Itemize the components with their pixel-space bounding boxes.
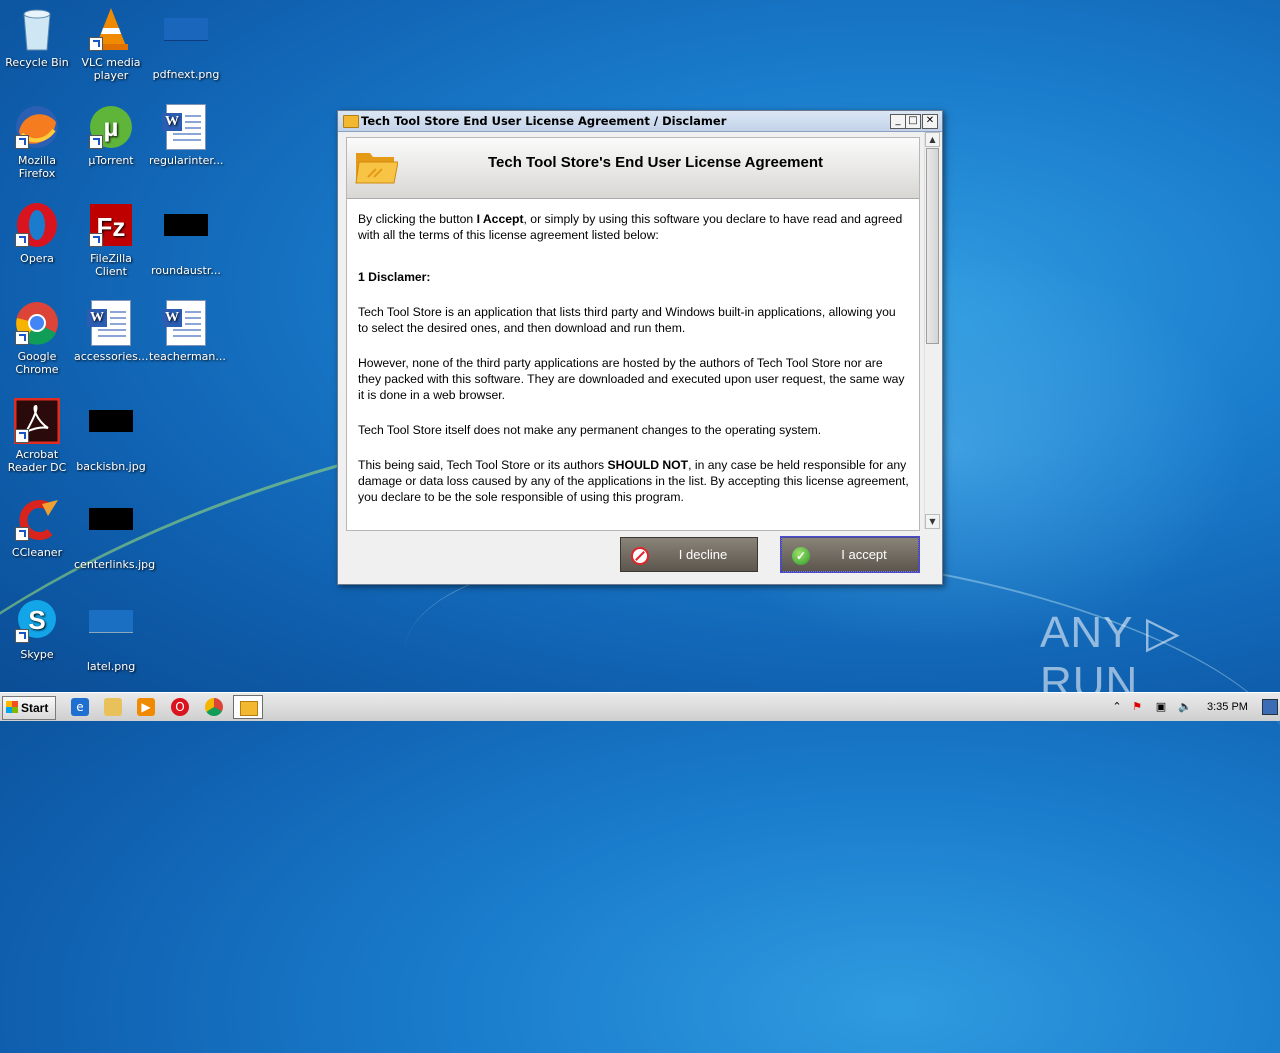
acrobat-icon	[13, 397, 61, 445]
desktop-icon-recycle-bin[interactable]: Recycle Bin	[0, 6, 74, 69]
license-agreement-window: Tech Tool Store End User License Agreeme…	[337, 110, 943, 585]
file-explorer-icon[interactable]	[104, 698, 122, 716]
desktop-icon-label: regularinter...	[149, 154, 224, 167]
desktop-icon-vlc[interactable]: VLC media player	[74, 6, 148, 82]
chrome-icon	[14, 300, 60, 346]
show-hidden-icons-icon[interactable]: ⌃	[1110, 700, 1124, 714]
action-center-icon[interactable]: ⚑	[1130, 700, 1144, 714]
chrome-icon[interactable]	[205, 698, 223, 716]
image-thumbnail-icon	[88, 410, 134, 456]
network-icon[interactable]: ▣	[1154, 700, 1168, 714]
recycle-bin-icon	[14, 6, 60, 52]
image-thumbnail-icon	[163, 214, 209, 260]
desktop-icon-teacherman[interactable]: W teacherman...	[149, 300, 226, 363]
opera-icon	[14, 202, 60, 248]
decline-button[interactable]: I decline	[620, 537, 758, 572]
desktop-icon-latel[interactable]: latel.png	[74, 598, 148, 673]
desktop-icon-backisbn[interactable]: backisbn.jpg	[74, 398, 148, 473]
accept-button[interactable]: ✓ I accept	[780, 536, 920, 573]
taskbar-clock[interactable]: 3:35 PM	[1207, 701, 1248, 713]
accept-label: I accept	[841, 547, 887, 562]
license-header: Tech Tool Store's End User License Agree…	[347, 138, 919, 199]
desktop-icon-label: Mozilla Firefox	[18, 154, 56, 180]
desktop-icon-firefox[interactable]: Mozilla Firefox	[0, 104, 74, 180]
skype-icon: S	[14, 598, 60, 644]
image-thumbnail-icon	[163, 18, 209, 64]
scroll-up-arrow-icon[interactable]: ▲	[925, 132, 940, 147]
license-text: By clicking the button I Accept, or simp…	[347, 199, 919, 505]
folder-icon	[240, 701, 258, 716]
word-document-icon: W	[162, 300, 209, 346]
desktop-icon-chrome[interactable]: Google Chrome	[0, 300, 74, 376]
desktop-icon-label: accessories...	[74, 350, 149, 363]
filezilla-icon: Fz	[88, 202, 134, 248]
license-content: Tech Tool Store's End User License Agree…	[346, 137, 920, 531]
desktop-icon-label: backisbn.jpg	[76, 460, 146, 473]
desktop-icon-label: Recycle Bin	[5, 56, 69, 69]
desktop-icon-label: centerlinks.jpg	[74, 558, 156, 571]
media-player-icon[interactable]: ▶	[137, 698, 155, 716]
desktop-icon-label: teacherman...	[149, 350, 226, 363]
window-titlebar[interactable]: Tech Tool Store End User License Agreeme…	[338, 111, 942, 132]
desktop-icon-acrobat[interactable]: Acrobat Reader DC	[0, 397, 74, 474]
desktop-icon-skype[interactable]: S Skype	[0, 598, 74, 661]
close-button[interactable]: ✕	[922, 114, 938, 129]
scroll-down-arrow-icon[interactable]: ▼	[925, 514, 940, 529]
firefox-icon	[14, 104, 60, 150]
license-title: Tech Tool Store's End User License Agree…	[487, 154, 824, 171]
word-document-icon: W	[162, 104, 209, 150]
desktop-icon-label: Google Chrome	[15, 350, 59, 376]
desktop-icon-accessories[interactable]: W accessories...	[74, 300, 148, 363]
desktop-icon-label: Skype	[20, 648, 54, 661]
desktop-icon-ccleaner[interactable]: CCleaner	[0, 496, 74, 559]
desktop-icon-label: FileZilla Client	[90, 252, 132, 278]
intro-paragraph: By clicking the button I Accept, or simp…	[358, 212, 903, 242]
minimize-button[interactable]: _	[890, 114, 906, 129]
image-thumbnail-icon	[88, 508, 134, 554]
maximize-button[interactable]: □	[905, 114, 921, 129]
desktop-icon-utorrent[interactable]: µ µTorrent	[74, 104, 148, 167]
internet-explorer-icon[interactable]: e	[71, 698, 89, 716]
taskbar: Start e ▶ O ⌃ ⚑ ▣ 🔈 3:35 PM	[0, 692, 1280, 721]
paragraph-2: However, none of the third party applica…	[358, 356, 905, 402]
desktop-icon-filezilla[interactable]: Fz FileZilla Client	[74, 202, 148, 278]
desktop-icon-label: latel.png	[86, 660, 136, 673]
paragraph-3: Tech Tool Store itself does not make any…	[358, 423, 822, 437]
start-label: Start	[21, 701, 49, 715]
desktop-icon-roundaustr[interactable]: roundaustr...	[149, 202, 223, 277]
utorrent-icon: µ	[88, 104, 134, 150]
folder-icon	[343, 115, 359, 128]
window-title: Tech Tool Store End User License Agreeme…	[361, 114, 727, 128]
desktop-icon-label: roundaustr...	[151, 264, 221, 277]
taskbar-active-window[interactable]	[233, 695, 263, 719]
start-button[interactable]: Start	[2, 696, 56, 720]
word-document-icon: W	[87, 300, 134, 346]
desktop-icon-label: CCleaner	[11, 546, 63, 559]
scrollbar-thumb[interactable]	[926, 148, 939, 344]
decline-label: I decline	[678, 547, 728, 562]
image-thumbnail-icon	[88, 610, 134, 656]
desktop-icon-label: Acrobat Reader DC	[7, 448, 67, 474]
desktop-icon-label: pdfnext.png	[152, 68, 220, 81]
desktop-icon-centerlinks[interactable]: centerlinks.jpg	[74, 496, 156, 571]
section-heading: 1 Disclamer:	[358, 270, 431, 284]
desktop-icon-label: VLC media player	[81, 56, 141, 82]
windows-logo-icon	[6, 701, 18, 713]
desktop-icon-opera[interactable]: Opera	[0, 202, 74, 265]
paragraph-4: This being said, Tech Tool Store or its …	[358, 458, 909, 504]
vertical-scrollbar[interactable]: ▲ ▼	[924, 132, 940, 529]
svg-text:S: S	[28, 605, 45, 635]
desktop-icon-label: µTorrent	[88, 154, 134, 167]
vlc-icon	[88, 6, 134, 52]
paragraph-1: Tech Tool Store is an application that l…	[358, 305, 896, 335]
desktop-icon-label: Opera	[20, 252, 54, 265]
ccleaner-icon	[14, 496, 60, 542]
desktop-icon-regularinter[interactable]: W regularinter...	[149, 104, 223, 167]
opera-icon[interactable]: O	[171, 698, 189, 716]
volume-icon[interactable]: 🔈	[1178, 700, 1192, 714]
desktop-icon-pdfnext[interactable]: pdfnext.png	[149, 6, 223, 81]
show-desktop-icon[interactable]	[1262, 699, 1278, 715]
svg-text:µ: µ	[104, 112, 119, 142]
